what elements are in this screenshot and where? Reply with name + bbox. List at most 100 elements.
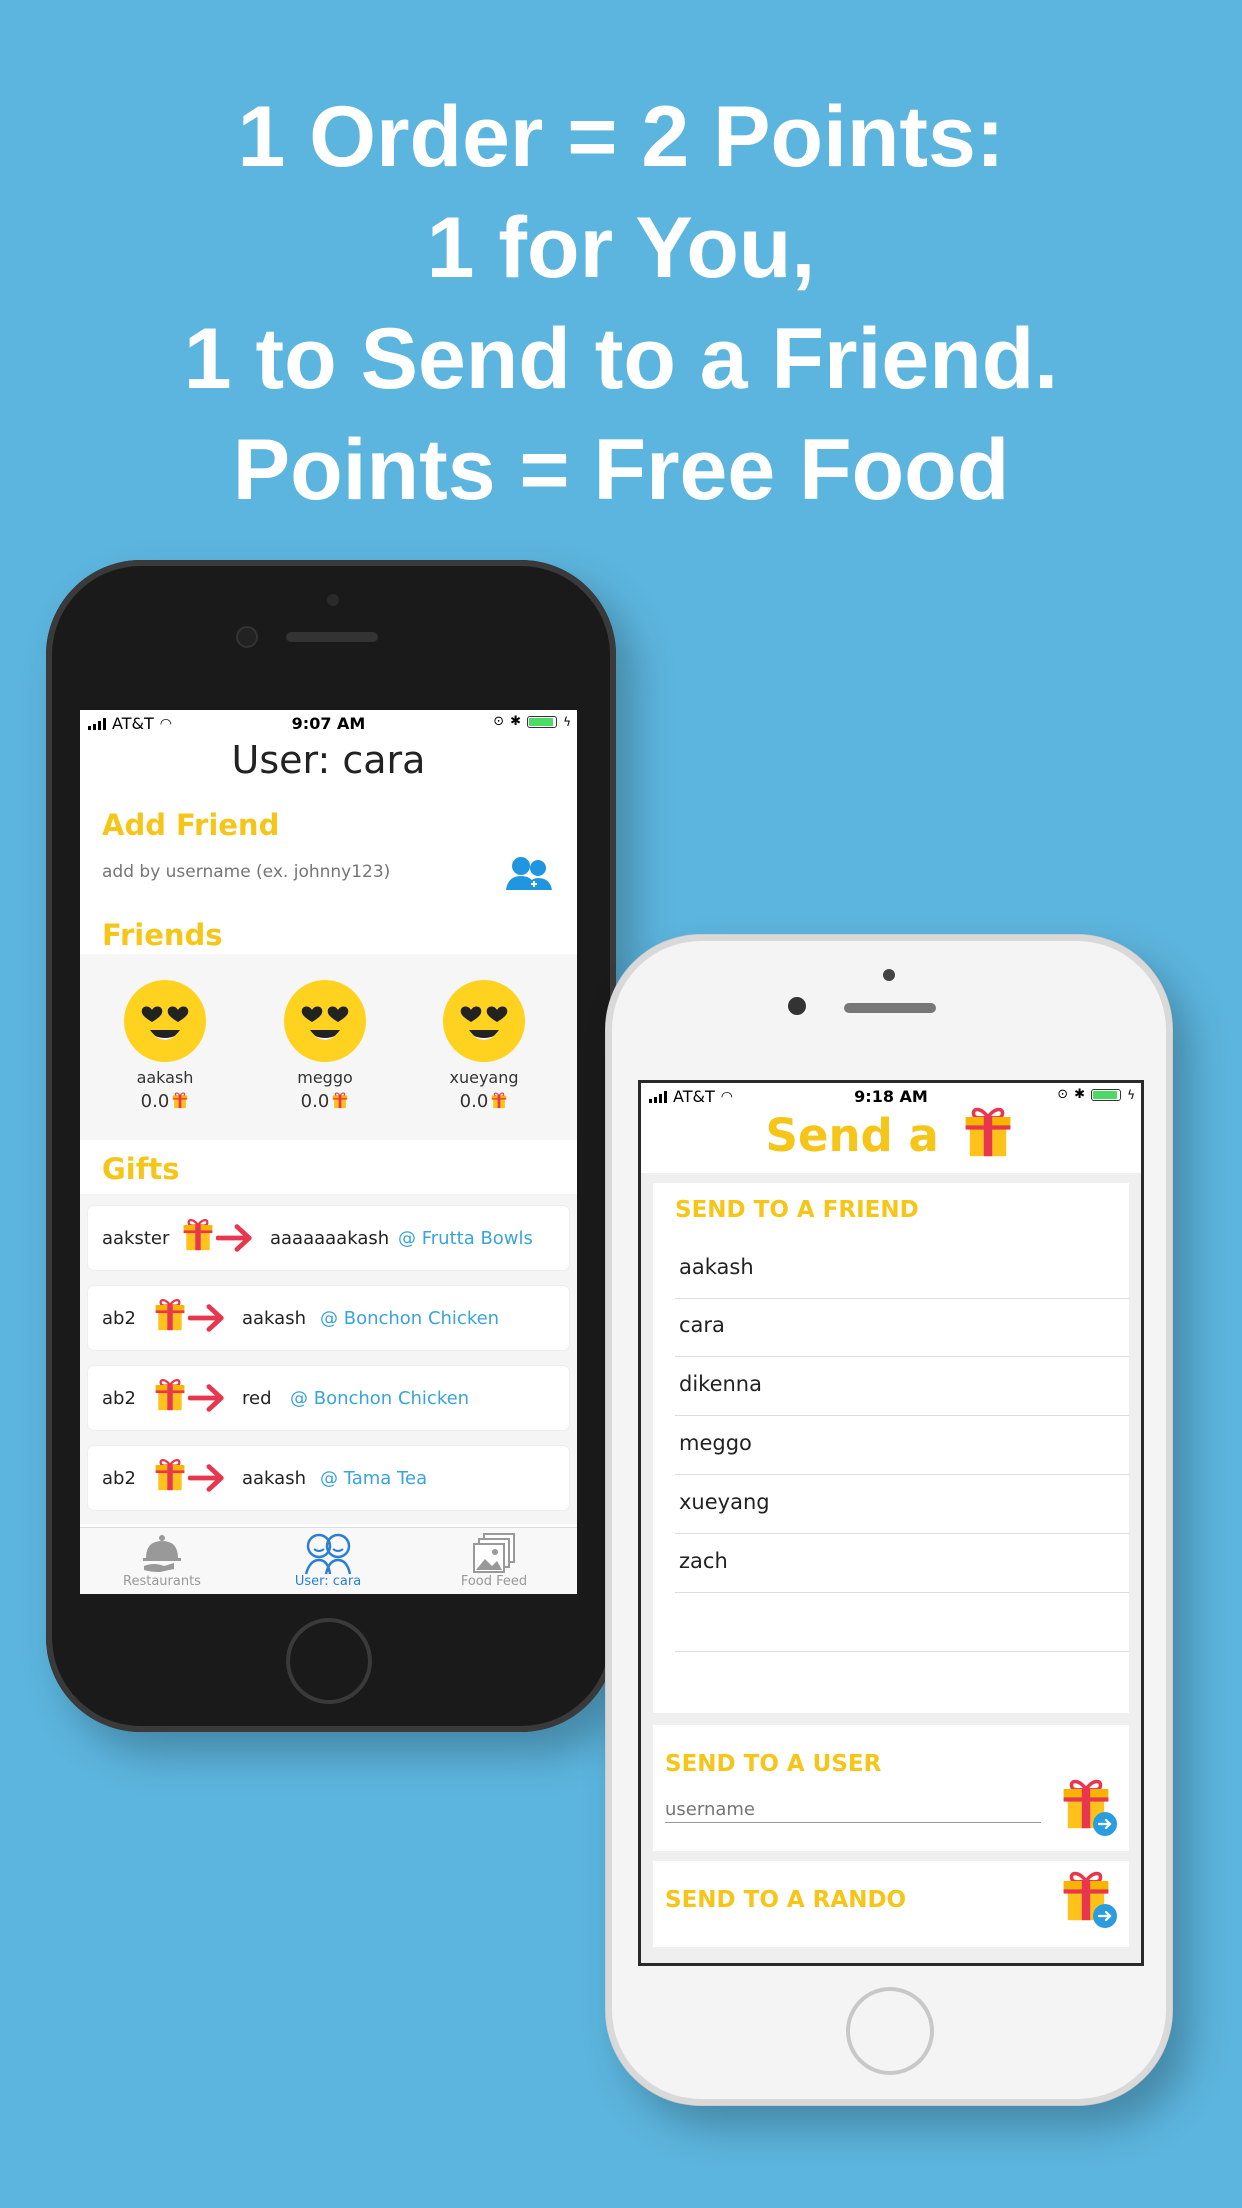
bluetooth-icon: ✱ [1074,1087,1086,1102]
gift-recipient: aakash [242,1468,306,1489]
send-to-rando-button[interactable] [1058,1867,1122,1931]
headline: 1 Order = 2 Points: 1 for You, 1 to Send… [0,82,1242,526]
gift-icon [490,1091,508,1109]
send-to-user-heading: SEND TO A USER [665,1751,882,1777]
send-to-user-card: SEND TO A USER [653,1725,1129,1851]
gift-recipient: aaaaaaakash [270,1228,390,1249]
username-input[interactable] [665,1797,1041,1823]
add-friend-input[interactable] [102,862,482,882]
home-button[interactable] [846,1987,934,2075]
headline-line-4: Points = Free Food [232,422,1010,518]
friend-list-item[interactable]: dikenna [675,1358,1129,1416]
tab-food-feed[interactable]: Food Feed [424,1532,564,1589]
gifts-heading: Gifts [102,1152,180,1186]
friend-list-item[interactable]: aakash [675,1241,1129,1299]
tab-label: User: cara [294,1574,362,1589]
tab-label: Restaurants [123,1574,201,1589]
friend-points: 0.0 [424,1091,544,1112]
headline-line-1: 1 Order = 2 Points: [237,89,1005,185]
send-panels: SEND TO A FRIEND aakash cara dikenna meg… [641,1173,1141,1963]
friend-list-item[interactable]: zach [675,1535,1129,1593]
tab-restaurants[interactable]: Restaurants [92,1532,232,1589]
friend-card[interactable]: meggo 0.0 [265,980,385,1112]
phone-send-gift: AT&T ◠ 9:18 AM ⊙ ✱ ϟ Send a SEND TO A FR… [606,935,1172,2105]
gift-restaurant-link[interactable]: @ Frutta Bowls [398,1228,533,1249]
gift-icon [152,1456,188,1492]
friend-points: 0.0 [105,1091,225,1112]
friend-list-item[interactable]: cara [675,1299,1129,1357]
gift-recipient: aakash [242,1308,306,1329]
charging-icon: ϟ [563,714,571,729]
cloche-icon [143,1535,181,1572]
gift-row[interactable]: ab2 aakash @ Bonchon Chicken [88,1286,569,1350]
earpiece-speaker [286,632,378,642]
arrow-icon [188,1382,226,1414]
send-to-user-button[interactable] [1058,1775,1122,1839]
bluetooth-icon: ✱ [510,714,522,729]
home-button[interactable] [286,1618,372,1704]
rotation-lock-icon: ⊙ [493,714,505,729]
gift-row[interactable]: ab2 aakash @ Tama Tea [88,1446,569,1510]
gifts-panel: aakster aaaaaaakash @ Frutta Bowls ab2 a… [80,1194,577,1524]
gift-sender: aakster [102,1228,170,1249]
send-to-friend-card: SEND TO A FRIEND aakash cara dikenna meg… [653,1183,1129,1713]
proximity-sensor [883,969,895,981]
gift-restaurant-link[interactable]: @ Bonchon Chicken [320,1308,499,1329]
users-icon [304,1533,352,1575]
gift-icon [152,1376,188,1412]
tab-user[interactable]: User: cara [258,1532,398,1589]
send-to-rando-heading: SEND TO A RANDO [665,1887,907,1913]
charging-icon: ϟ [1127,1087,1135,1102]
friend-card[interactable]: aakash 0.0 [105,980,225,1112]
friends-heading: Friends [102,918,223,952]
headline-line-2: 1 for You, [426,200,816,296]
friend-list-item[interactable]: xueyang [675,1476,1129,1534]
page-title: User: cara [231,738,426,782]
gift-icon [331,1091,349,1109]
gift-row[interactable]: aakster aaaaaaakash @ Frutta Bowls [88,1206,569,1270]
page-title: Send a [641,1103,1141,1162]
headline-line-3: 1 to Send to a Friend. [183,311,1059,407]
send-to-friend-heading: SEND TO A FRIEND [675,1197,919,1223]
gift-icon [180,1216,216,1252]
front-camera [236,626,258,648]
arrow-icon [188,1302,226,1334]
gift-row[interactable]: ab2 red @ Bonchon Chicken [88,1366,569,1430]
gift-recipient: red [242,1388,272,1409]
phone-user-profile: AT&T ◠ 9:07 AM ⊙ ✱ ϟ User: cara Add Frie… [46,560,616,1732]
profile-screen: AT&T ◠ 9:07 AM ⊙ ✱ ϟ User: cara Add Frie… [80,710,577,1594]
proximity-sensor [327,594,339,606]
arrow-icon [188,1462,226,1494]
heart-eyes-emoji-icon [124,980,206,1062]
heart-eyes-emoji-icon [284,980,366,1062]
arrow-right-circle-icon [1093,1904,1117,1928]
friends-panel: aakash 0.0 meggo 0.0 xueyang 0.0 [80,954,577,1140]
gift-icon [171,1091,189,1109]
add-friend-icon[interactable] [504,854,556,896]
gift-sender: ab2 [102,1468,136,1489]
friend-card[interactable]: xueyang 0.0 [424,980,544,1112]
page-title-text: Send a [765,1109,939,1162]
add-friend-heading: Add Friend [102,808,280,842]
gift-icon [152,1296,188,1332]
friend-points: 0.0 [265,1091,385,1112]
rotation-lock-icon: ⊙ [1057,1087,1069,1102]
empty-list-item [675,1594,1129,1652]
gift-sender: ab2 [102,1308,136,1329]
front-camera [788,997,806,1015]
battery-icon [527,715,558,728]
tab-label: Food Feed [460,1574,528,1589]
arrow-icon [216,1222,254,1254]
heart-eyes-emoji-icon [443,980,525,1062]
friend-name: aakash [136,1068,194,1087]
friend-name: xueyang [449,1068,519,1087]
friend-list-item[interactable]: meggo [675,1417,1129,1475]
gift-restaurant-link[interactable]: @ Tama Tea [320,1468,427,1489]
earpiece-speaker [844,1003,936,1013]
send-screen: AT&T ◠ 9:18 AM ⊙ ✱ ϟ Send a SEND TO A FR… [638,1080,1144,1966]
photos-icon [473,1533,515,1573]
gift-restaurant-link[interactable]: @ Bonchon Chicken [290,1388,469,1409]
battery-icon [1091,1088,1122,1101]
arrow-right-circle-icon [1093,1812,1117,1836]
status-bar: AT&T ◠ 9:07 AM ⊙ ✱ ϟ [80,710,577,736]
